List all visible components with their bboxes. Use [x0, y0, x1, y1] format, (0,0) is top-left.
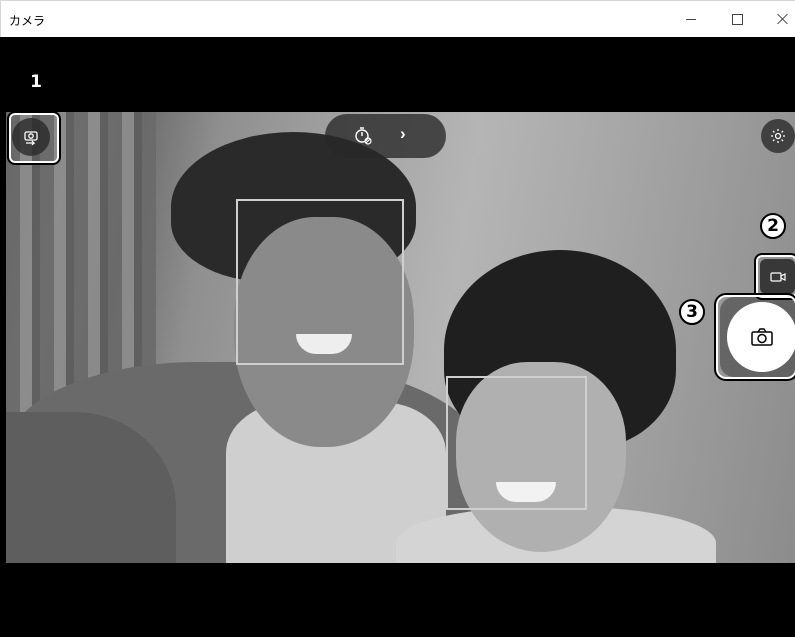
close-icon	[777, 13, 789, 25]
callout-1: 1	[23, 69, 49, 95]
close-button[interactable]	[760, 1, 795, 37]
face-detection-box	[446, 376, 587, 510]
title-bar: カメラ	[0, 0, 795, 37]
gear-icon	[771, 129, 785, 143]
maximize-button[interactable]	[714, 1, 760, 37]
minimize-button[interactable]	[668, 1, 714, 37]
highlight-shutter	[714, 293, 795, 381]
camera-preview	[6, 112, 795, 563]
expand-chevron-icon[interactable]: ›	[400, 124, 406, 144]
timer-off-icon	[355, 127, 372, 145]
app-title: カメラ	[9, 14, 46, 28]
maximize-icon	[731, 13, 743, 25]
minimize-icon	[686, 18, 696, 20]
timer-control[interactable]: ›	[325, 114, 446, 158]
callout-2: 2	[760, 213, 786, 239]
highlight-video-mode	[754, 253, 795, 300]
callout-3: 3	[679, 299, 705, 325]
face-detection-box	[236, 199, 404, 365]
settings-button[interactable]	[761, 119, 795, 153]
highlight-switch-camera	[7, 111, 61, 165]
